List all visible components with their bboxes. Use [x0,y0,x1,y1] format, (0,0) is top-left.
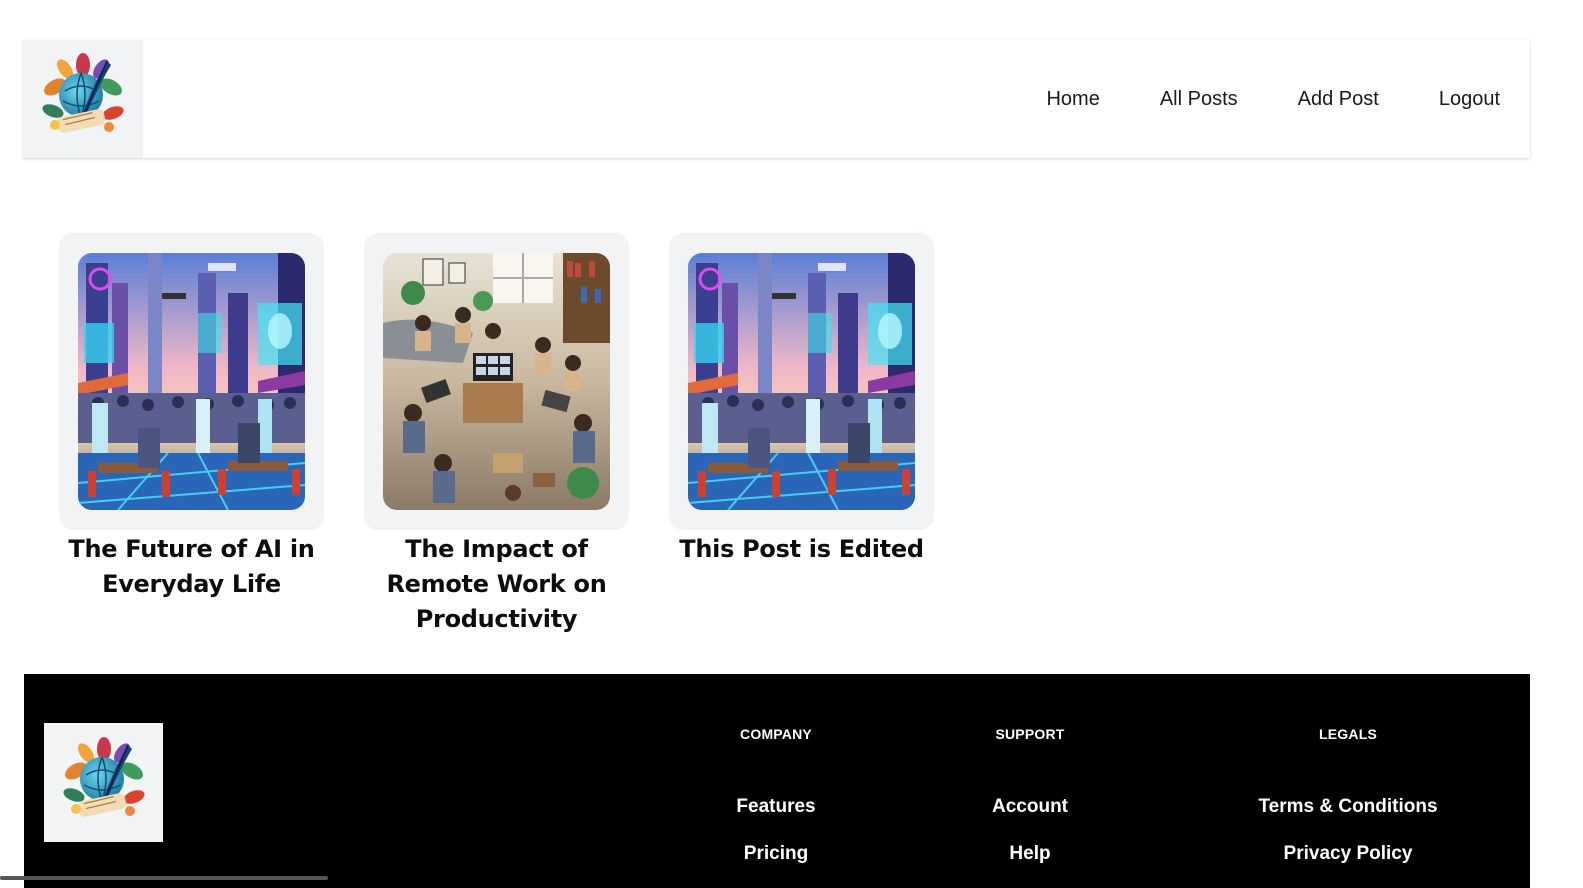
footer-column-legals: LEGALS Terms & Conditions Privacy Policy [1258,726,1437,865]
main-nav: Home All Posts Add Post Logout [986,88,1530,111]
logo-icon [62,736,145,817]
site-header: Home All Posts Add Post Logout [23,40,1530,158]
post-title[interactable]: The Impact of Remote Work on Productivit… [364,532,629,637]
nav-home[interactable]: Home [1046,88,1099,111]
post-grid: The Future of AI in Everyday Life The Im… [59,233,934,637]
logo-icon [42,53,124,133]
post-image-frame [59,233,324,530]
post-image [688,253,915,510]
post-image [383,253,610,510]
post-image-frame [364,233,629,530]
footer-heading: COMPANY [740,726,812,742]
post-card[interactable]: The Future of AI in Everyday Life [59,233,324,637]
post-image [78,253,305,510]
footer-link-account[interactable]: Account [992,796,1068,818]
footer-heading: LEGALS [1319,726,1377,742]
footer-link-privacy[interactable]: Privacy Policy [1284,843,1413,865]
horizontal-scrollbar[interactable] [0,876,328,880]
footer-logo[interactable] [44,723,163,842]
site-logo[interactable] [23,40,143,158]
post-card[interactable]: The Impact of Remote Work on Productivit… [364,233,629,637]
footer-link-terms[interactable]: Terms & Conditions [1258,796,1437,818]
footer-column-support: SUPPORT Account Help [992,726,1068,865]
nav-logout[interactable]: Logout [1439,88,1500,111]
post-image-frame [669,233,934,530]
post-card[interactable]: This Post is Edited [669,233,934,637]
nav-add-post[interactable]: Add Post [1298,88,1379,111]
post-title[interactable]: The Future of AI in Everyday Life [59,532,324,602]
footer-link-features[interactable]: Features [736,796,815,818]
footer-link-pricing[interactable]: Pricing [744,843,808,865]
site-footer: COMPANY Features Pricing SUPPORT Account… [24,674,1530,888]
footer-link-help[interactable]: Help [1009,843,1050,865]
footer-column-company: COMPANY Features Pricing [736,726,815,865]
nav-all-posts[interactable]: All Posts [1160,88,1238,111]
post-title[interactable]: This Post is Edited [679,532,924,567]
footer-heading: SUPPORT [995,726,1065,742]
